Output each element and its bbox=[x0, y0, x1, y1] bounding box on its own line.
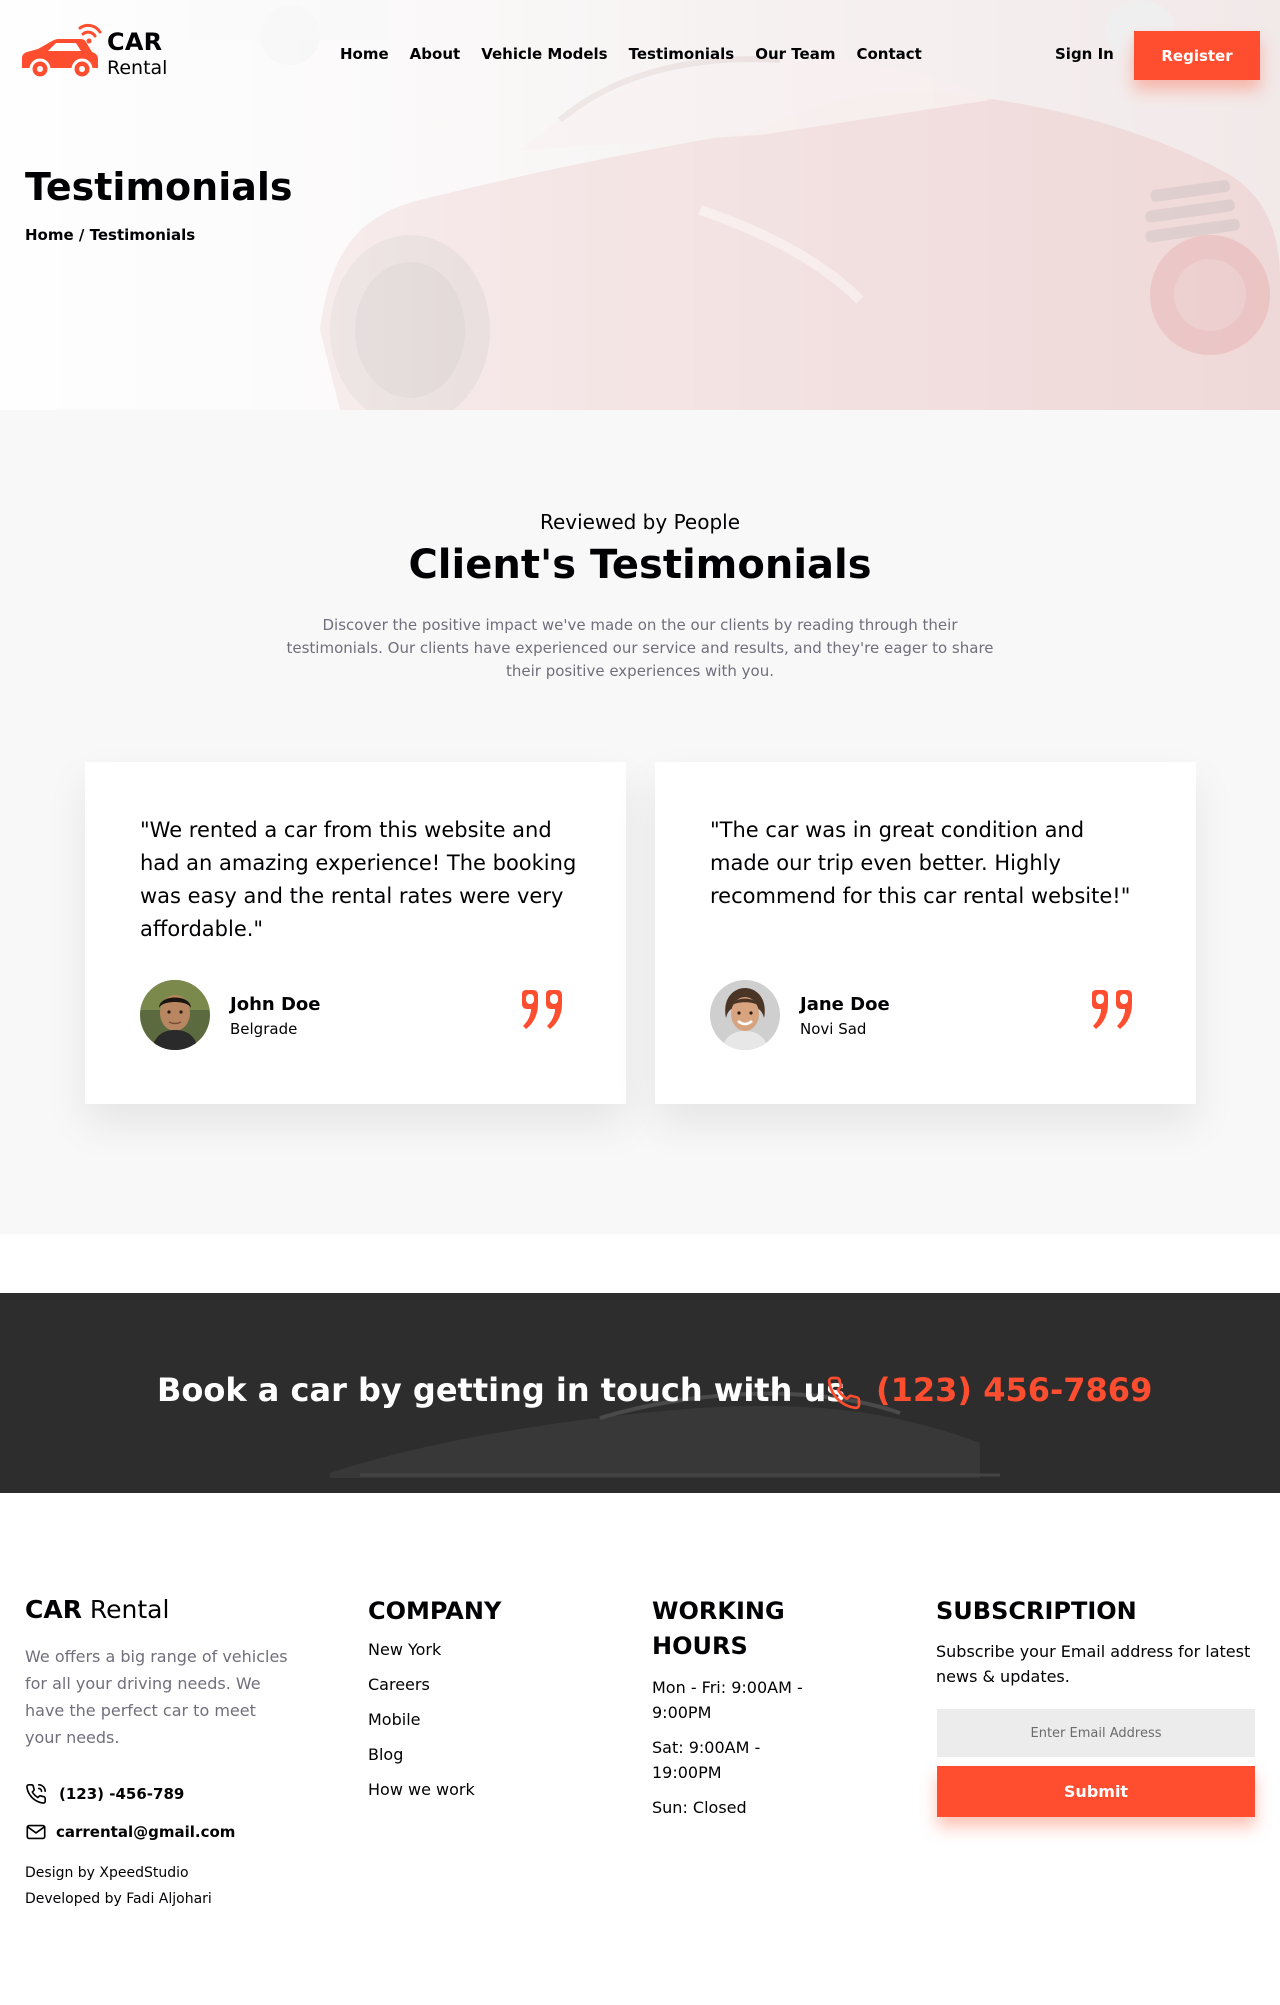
testimonial-quote: "We rented a car from this website and h… bbox=[140, 818, 577, 941]
footer-company-link-new-york[interactable]: New York bbox=[368, 1640, 475, 1675]
navbar: CAR Rental Home About Vehicle Models Tes… bbox=[0, 0, 1280, 112]
brand-name-bold: CAR bbox=[107, 28, 163, 56]
footer-design-credit: Design by XpeedStudio bbox=[25, 1865, 189, 1881]
sign-in-link[interactable]: Sign In bbox=[1055, 45, 1114, 63]
footer-about-text: We offers a big range of vehicles for al… bbox=[25, 1647, 288, 1747]
footer-company-link-careers[interactable]: Careers bbox=[368, 1675, 475, 1710]
register-button[interactable]: Register bbox=[1134, 31, 1260, 80]
footer-brand-bold: CAR bbox=[25, 1595, 82, 1624]
footer-developer-credit: Developed by Fadi Aljohari bbox=[25, 1891, 212, 1907]
footer-company-link-mobile[interactable]: Mobile bbox=[368, 1710, 475, 1745]
car-wifi-logo-icon bbox=[22, 23, 102, 80]
phone-icon bbox=[26, 1784, 46, 1804]
page-title: Testimonials bbox=[25, 165, 293, 209]
footer-brand-light: Rental bbox=[81, 1595, 170, 1624]
nav-link-home[interactable]: Home bbox=[340, 45, 389, 63]
footer-hours-weekdays: Mon - Fri: 9:00AM - 9:00PM bbox=[652, 1678, 803, 1722]
nav-link-vehicle-models[interactable]: Vehicle Models bbox=[481, 45, 607, 63]
subscription-email-input[interactable] bbox=[937, 1709, 1255, 1757]
section-kicker: Reviewed by People bbox=[539, 510, 741, 534]
testimonial-card: "We rented a car from this website and h… bbox=[85, 762, 626, 1104]
book-car-banner: Book a car by getting in touch with us (… bbox=[0, 1293, 1280, 1493]
footer-brand: CAR Rental bbox=[25, 1595, 169, 1624]
reviewer-name: John Doe bbox=[230, 994, 321, 1015]
reviewer-name: Jane Doe bbox=[800, 994, 890, 1015]
breadcrumb: Home / Testimonials bbox=[25, 226, 195, 244]
footer-hours-saturday: Sat: 9:00AM - 19:00PM bbox=[652, 1738, 761, 1782]
nav-link-testimonials[interactable]: Testimonials bbox=[629, 45, 735, 63]
nav-link-our-team[interactable]: Our Team bbox=[755, 45, 835, 63]
phone-icon bbox=[827, 1376, 861, 1410]
breadcrumb-current: Testimonials bbox=[89, 226, 196, 244]
nav-link-about[interactable]: About bbox=[410, 45, 461, 63]
testimonial-quote: "The car was in great condition and made… bbox=[710, 818, 1131, 908]
breadcrumb-home-link[interactable]: Home bbox=[25, 226, 74, 244]
quote-icon bbox=[1092, 990, 1132, 1029]
section-heading: Client's Testimonials bbox=[408, 542, 872, 588]
footer-phone: (123) -456-789 bbox=[59, 1785, 185, 1803]
testimonials-section: Reviewed by People Client's Testimonials… bbox=[0, 410, 1280, 1234]
footer-company-link-how-we-work[interactable]: How we work bbox=[368, 1780, 475, 1815]
brand-name-light: Rental bbox=[107, 57, 168, 79]
section-description: Discover the positive impact we've made … bbox=[286, 616, 994, 680]
quote-icon bbox=[522, 990, 562, 1029]
testimonial-card: "The car was in great condition and made… bbox=[655, 762, 1196, 1104]
brand-logo[interactable]: CAR Rental bbox=[18, 22, 178, 82]
avatar-photo-man bbox=[140, 980, 210, 1050]
footer-email-row[interactable]: carrental@gmail.com bbox=[25, 1821, 235, 1843]
footer-email: carrental@gmail.com bbox=[56, 1823, 236, 1841]
footer-company-list: New York Careers Mobile Blog How we work bbox=[368, 1640, 475, 1815]
footer-hours-title: WORKING HOURS bbox=[652, 1597, 785, 1660]
book-banner-text: Book a car by getting in touch with us bbox=[157, 1371, 846, 1409]
breadcrumb-separator: / bbox=[73, 226, 90, 244]
book-phone-link[interactable]: (123) 456-7869 bbox=[876, 1371, 1152, 1409]
avatar bbox=[140, 980, 210, 1050]
footer-hours-sunday: Sun: Closed bbox=[652, 1798, 747, 1817]
footer-hours-list: Mon - Fri: 9:00AM - 9:00PM Sat: 9:00AM -… bbox=[652, 1675, 832, 1830]
footer-company-title: COMPANY bbox=[368, 1597, 502, 1625]
footer-phone-row[interactable]: (123) -456-789 bbox=[25, 1783, 184, 1805]
reviewer-city: Belgrade bbox=[230, 1020, 298, 1038]
hero-banner: CAR Rental Home About Vehicle Models Tes… bbox=[0, 0, 1280, 410]
reviewer-city: Novi Sad bbox=[800, 1020, 867, 1038]
footer-company-link-blog[interactable]: Blog bbox=[368, 1745, 475, 1780]
footer-subscription-text: Subscribe your Email address for latest … bbox=[936, 1642, 1251, 1686]
footer-subscription-title: SUBSCRIPTION bbox=[936, 1597, 1137, 1625]
nav-link-contact[interactable]: Contact bbox=[856, 45, 921, 63]
mail-icon bbox=[26, 1824, 46, 1840]
avatar bbox=[710, 980, 780, 1050]
subscription-submit-button[interactable]: Submit bbox=[937, 1766, 1255, 1817]
main-nav: Home About Vehicle Models Testimonials O… bbox=[340, 45, 922, 63]
avatar-photo-woman bbox=[710, 980, 780, 1050]
